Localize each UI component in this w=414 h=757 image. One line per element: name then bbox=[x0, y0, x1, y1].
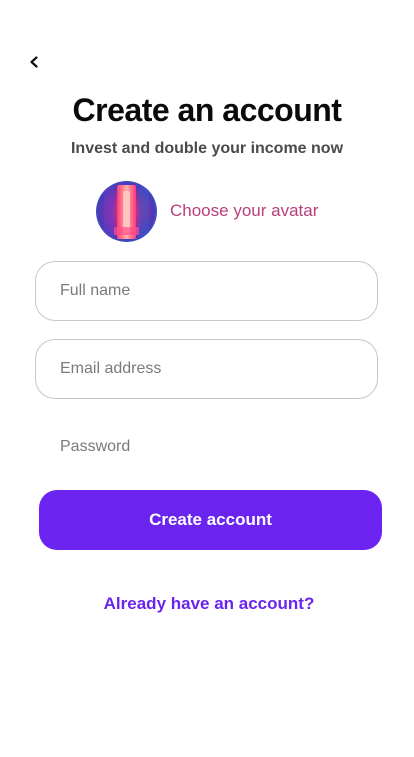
email-field[interactable] bbox=[35, 339, 378, 399]
password-input[interactable] bbox=[36, 418, 377, 476]
email-input[interactable] bbox=[36, 340, 377, 398]
full-name-input[interactable] bbox=[36, 262, 377, 320]
page-title: Create an account bbox=[72, 92, 342, 128]
full-name-field[interactable] bbox=[35, 261, 378, 321]
chevron-left-icon bbox=[30, 56, 38, 68]
avatar-image bbox=[96, 180, 157, 242]
avatar[interactable] bbox=[96, 180, 157, 242]
choose-avatar-label: Choose your avatar bbox=[170, 201, 319, 220]
login-link[interactable]: Already have an account? bbox=[0, 594, 414, 614]
page-subtitle: Invest and double your income now bbox=[70, 140, 344, 157]
create-account-button[interactable]: Create account bbox=[39, 490, 382, 550]
back-button[interactable] bbox=[22, 50, 46, 74]
password-field[interactable] bbox=[35, 417, 378, 477]
choose-avatar-button[interactable]: Choose your avatar bbox=[96, 180, 319, 242]
